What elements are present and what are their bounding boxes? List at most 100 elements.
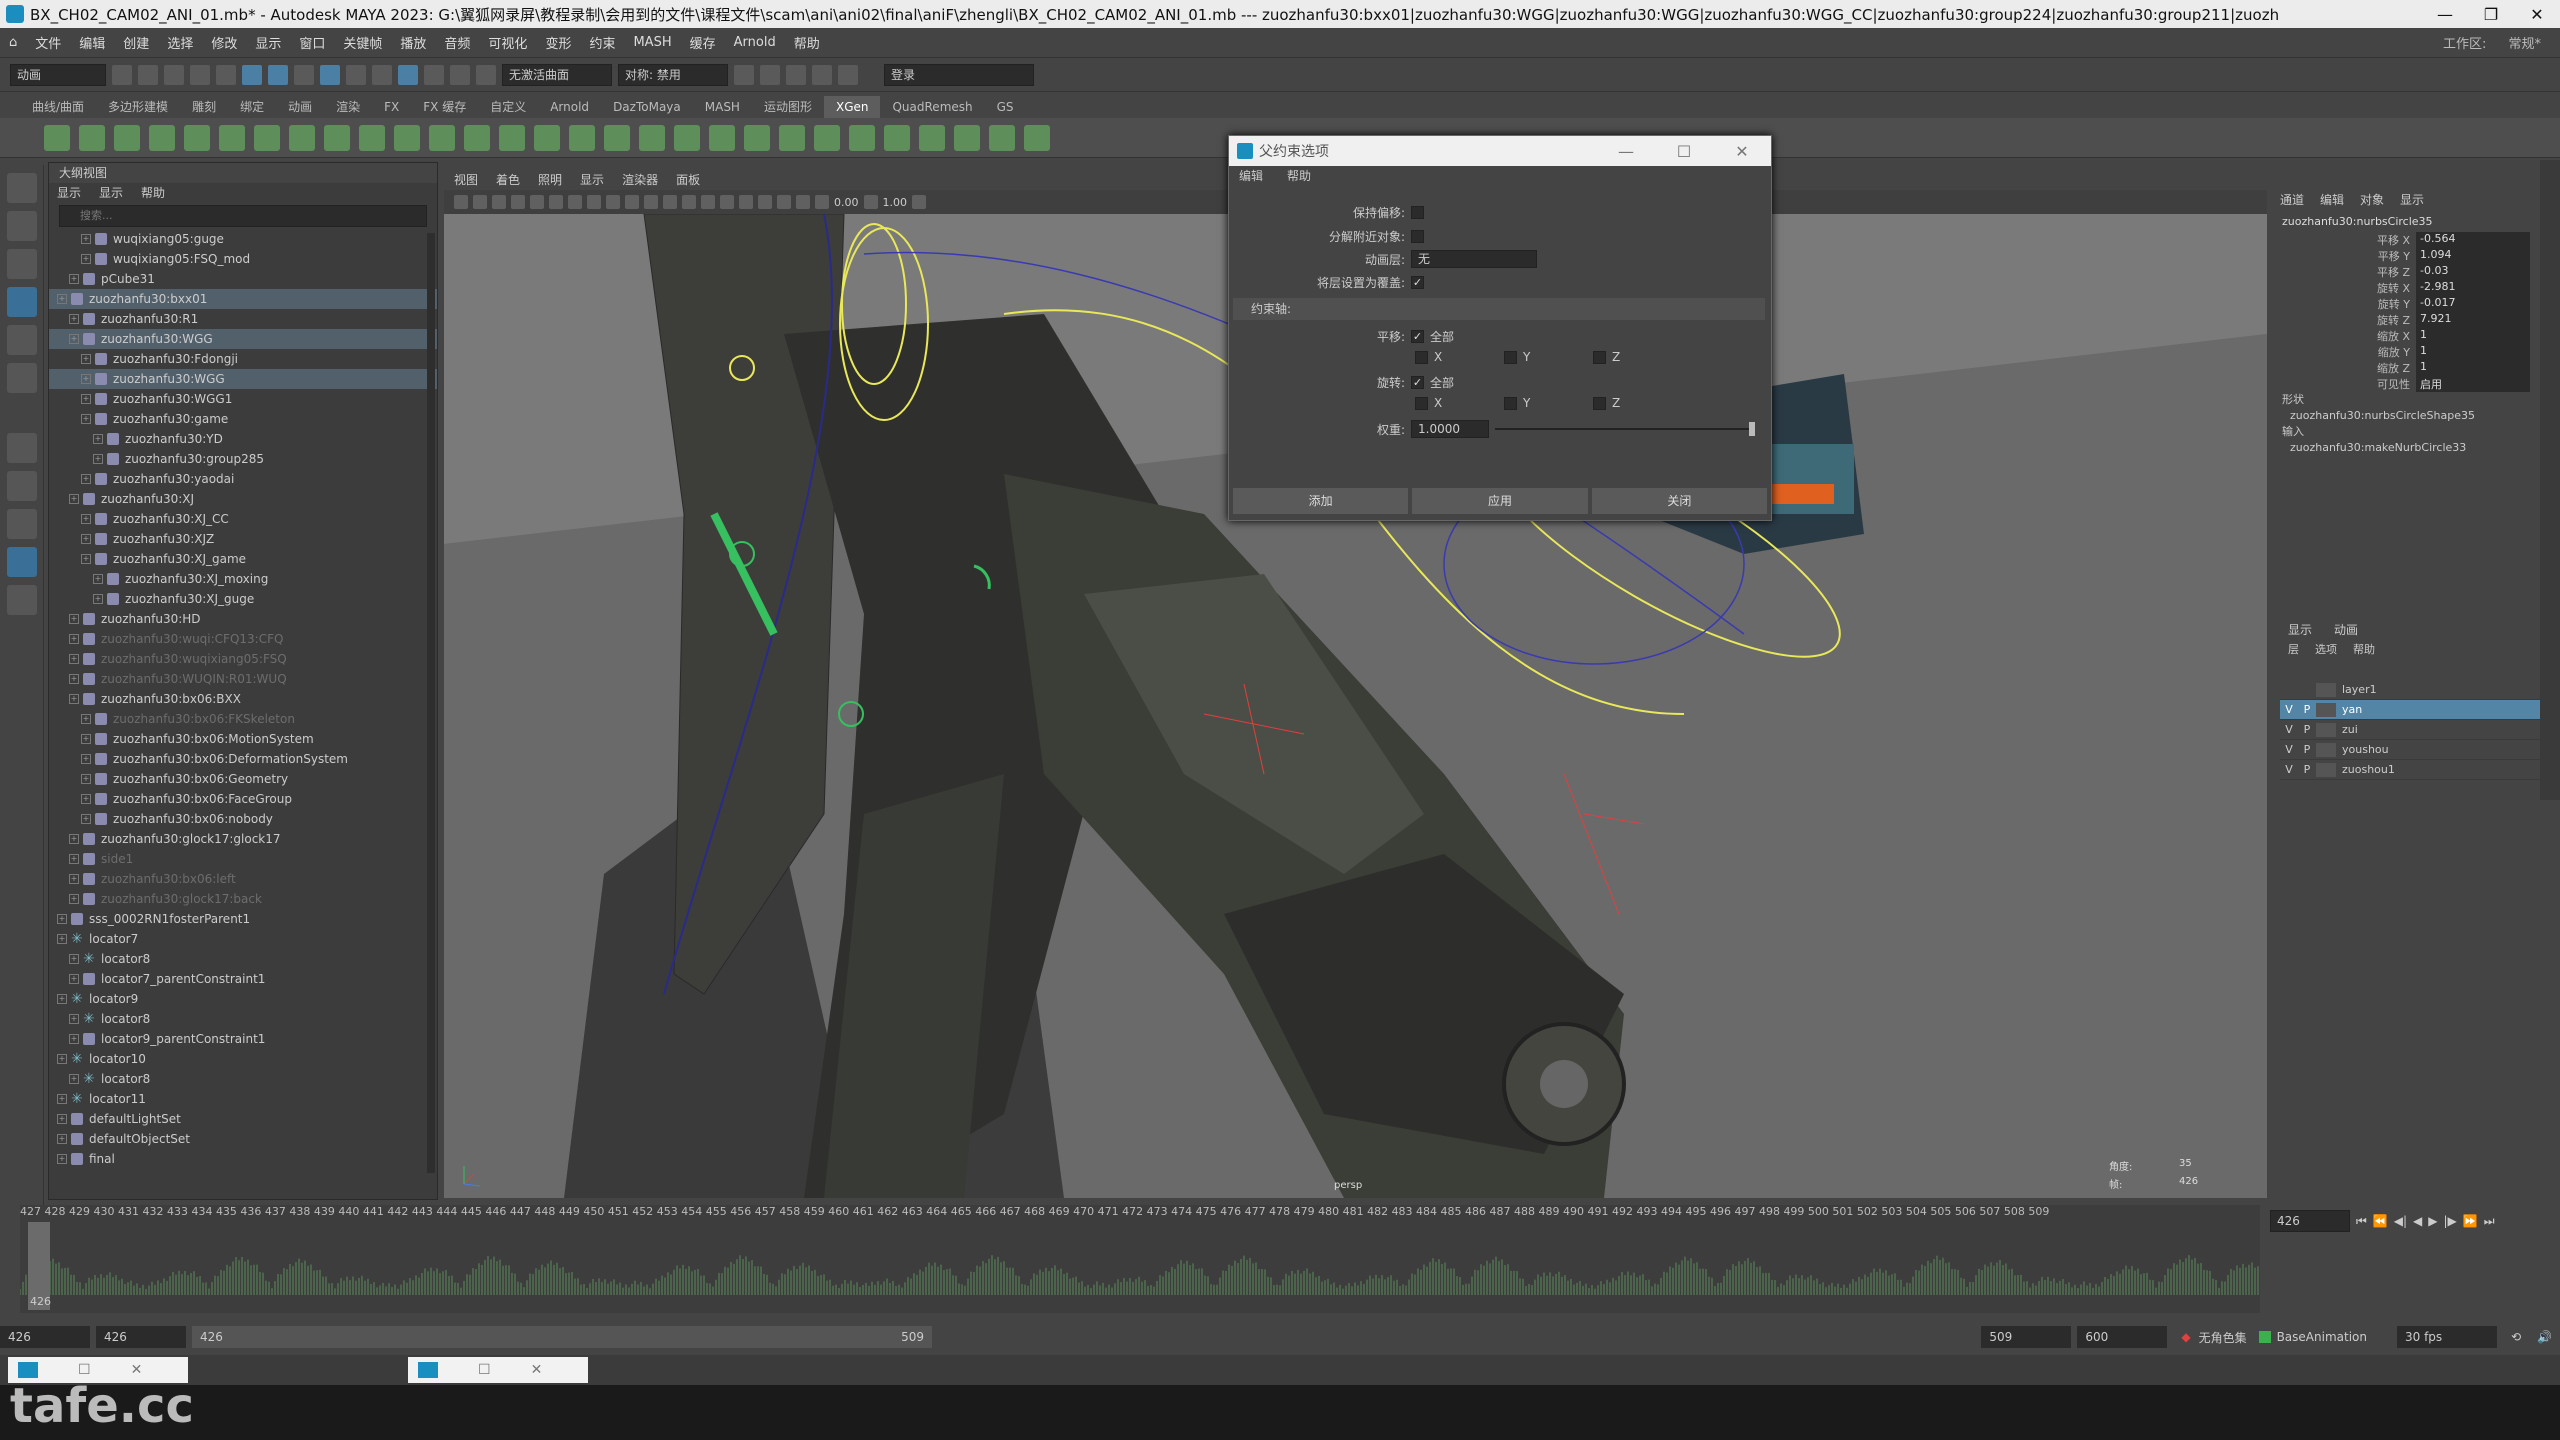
translate-y-checkbox[interactable] [1504, 350, 1517, 364]
gamma-field[interactable]: 1.00 [883, 196, 908, 209]
move-tool-icon[interactable] [7, 287, 37, 317]
translate-z-checkbox[interactable] [1593, 350, 1606, 364]
expand-toggle-icon[interactable]: + [57, 1114, 67, 1124]
sound-icon[interactable]: 🔊 [2537, 1330, 2552, 1344]
layer-color-swatch[interactable] [2316, 742, 2336, 757]
expand-toggle-icon[interactable]: + [81, 714, 91, 724]
channel-attribute-row[interactable]: 旋转 X -2.981 [2320, 280, 2530, 296]
menu-create[interactable]: 创建 [114, 33, 158, 52]
new-scene-icon[interactable] [112, 64, 132, 85]
outliner-item[interactable]: + zuozhanfu30:bx06:left [49, 869, 437, 889]
camera-icon[interactable] [454, 195, 468, 209]
xgen-tool-icon[interactable] [569, 124, 595, 151]
expand-toggle-icon[interactable]: + [69, 334, 79, 344]
shelf-tab[interactable]: 多边形建模 [96, 96, 180, 118]
weight-slider[interactable] [1495, 422, 1755, 436]
persp-outliner-icon[interactable] [7, 547, 37, 577]
layer-menu-help[interactable]: 帮助 [2353, 640, 2375, 660]
outliner-item[interactable]: + zuozhanfu30:bx06:MotionSystem [49, 729, 437, 749]
set-layer-override-checkbox[interactable]: ✓ [1411, 276, 1424, 289]
expand-toggle-icon[interactable]: + [81, 794, 91, 804]
weight-field[interactable]: 1.0000 [1411, 420, 1489, 438]
single-view-icon[interactable] [7, 433, 37, 463]
outliner-item[interactable]: + zuozhanfu30:XJZ [49, 529, 437, 549]
expand-toggle-icon[interactable]: + [93, 594, 103, 604]
xgen-tool-icon[interactable] [674, 124, 700, 151]
channel-attribute-value[interactable]: -0.017 [2416, 296, 2530, 312]
outliner-item[interactable]: + ✳ locator10 [49, 1049, 437, 1069]
menu-help[interactable]: 帮助 [785, 33, 829, 52]
anim-layer-dropdown-bottom[interactable]: BaseAnimation [2277, 1330, 2367, 1344]
outliner-item[interactable]: + zuozhanfu30:HD [49, 609, 437, 629]
field-chart-icon[interactable] [606, 195, 620, 209]
search-icon[interactable] [7, 585, 37, 615]
maintain-offset-checkbox[interactable] [1411, 206, 1424, 219]
layer-color-swatch[interactable] [2316, 702, 2336, 717]
start-time-field[interactable]: 426 [0, 1326, 90, 1348]
channel-attribute-value[interactable]: 1 [2416, 328, 2530, 344]
step-back-key-icon[interactable]: ⏪ [2373, 1214, 2388, 1228]
cb-menu-channels[interactable]: 通道 [2280, 190, 2304, 210]
expand-toggle-icon[interactable]: + [81, 554, 91, 564]
menu-constrain[interactable]: 约束 [580, 33, 624, 52]
shelf-tab[interactable]: 雕刻 [180, 96, 228, 118]
vp-menu-lighting[interactable]: 照明 [538, 170, 562, 190]
expand-toggle-icon[interactable]: + [81, 394, 91, 404]
expand-toggle-icon[interactable]: + [81, 814, 91, 824]
xgen-tool-icon[interactable] [604, 124, 630, 151]
outliner-item[interactable]: + zuozhanfu30:XJ_CC [49, 509, 437, 529]
channel-attribute-row[interactable]: 旋转 Z 7.921 [2320, 312, 2530, 328]
outliner-item[interactable]: + zuozhanfu30:R1 [49, 309, 437, 329]
go-to-end-icon[interactable]: ⏭ [2484, 1214, 2495, 1229]
outliner-item[interactable]: + defaultObjectSet [49, 1129, 437, 1149]
outliner-item[interactable]: + ✳ locator8 [49, 1069, 437, 1089]
outliner-menu-help[interactable]: 帮助 [141, 183, 165, 203]
close-icon[interactable]: ✕ [131, 1362, 143, 1378]
outliner-item[interactable]: + zuozhanfu30:YD [49, 429, 437, 449]
shape-name[interactable]: zuozhanfu30:nurbsCircleShape35 [2282, 408, 2542, 424]
channel-attribute-value[interactable]: 7.921 [2416, 312, 2530, 328]
channel-attribute-value[interactable]: -0.03 [2416, 264, 2530, 280]
lasso-tool-icon[interactable] [7, 211, 37, 241]
layer-visibility-toggle[interactable]: V [2280, 723, 2298, 736]
input-name[interactable]: zuozhanfu30:makeNurbCircle33 [2282, 440, 2542, 456]
vp-menu-shading[interactable]: 着色 [496, 170, 520, 190]
rotate-x-checkbox[interactable] [1415, 396, 1428, 410]
expand-toggle-icon[interactable]: + [93, 574, 103, 584]
expand-toggle-icon[interactable]: + [69, 494, 79, 504]
weight-slider-handle[interactable] [1749, 422, 1755, 436]
xgen-tool-icon[interactable] [219, 124, 245, 151]
menu-visualize[interactable]: 可视化 [479, 33, 536, 52]
outliner-item[interactable]: + zuozhanfu30:group285 [49, 449, 437, 469]
shelf-tab[interactable]: 绑定 [228, 96, 276, 118]
hypershade-icon[interactable] [812, 64, 832, 85]
resolution-gate-icon[interactable] [568, 195, 582, 209]
expand-toggle-icon[interactable]: + [81, 234, 91, 244]
outliner-item[interactable]: + zuozhanfu30:glock17:back [49, 889, 437, 909]
expand-toggle-icon[interactable]: + [57, 994, 67, 1004]
login-dropdown[interactable]: 登录 [884, 63, 1034, 86]
image-plane-icon[interactable] [511, 195, 525, 209]
expand-toggle-icon[interactable]: + [69, 894, 79, 904]
expand-toggle-icon[interactable]: + [81, 514, 91, 524]
layer-color-swatch[interactable] [2316, 682, 2336, 697]
xgen-tool-icon[interactable] [394, 124, 420, 151]
menu-display[interactable]: 显示 [246, 33, 290, 52]
vp-menu-view[interactable]: 视图 [454, 170, 478, 190]
auto-key-icon[interactable]: ◆ [2181, 1330, 2190, 1344]
outliner-item[interactable]: + ✳ locator8 [49, 1009, 437, 1029]
channel-attribute-row[interactable]: 平移 Y 1.094 [2320, 248, 2530, 264]
expand-toggle-icon[interactable]: + [69, 874, 79, 884]
xgen-tool-icon[interactable] [849, 124, 875, 151]
menu-modify[interactable]: 修改 [202, 33, 246, 52]
layer-visibility-toggle[interactable]: V [2280, 743, 2298, 756]
shelf-tab[interactable]: Arnold [538, 96, 601, 118]
layer-color-swatch[interactable] [2316, 762, 2336, 777]
snap-surface-icon[interactable] [424, 64, 444, 85]
vp-menu-panels[interactable]: 面板 [676, 170, 700, 190]
step-forward-frame-icon[interactable]: |▶ [2444, 1214, 2457, 1228]
dialog-close-text-button[interactable]: 关闭 [1591, 488, 1767, 514]
outliner-item[interactable]: + zuozhanfu30:yaodai [49, 469, 437, 489]
scale-tool-icon[interactable] [7, 363, 37, 393]
menu-audio[interactable]: 音频 [435, 33, 479, 52]
